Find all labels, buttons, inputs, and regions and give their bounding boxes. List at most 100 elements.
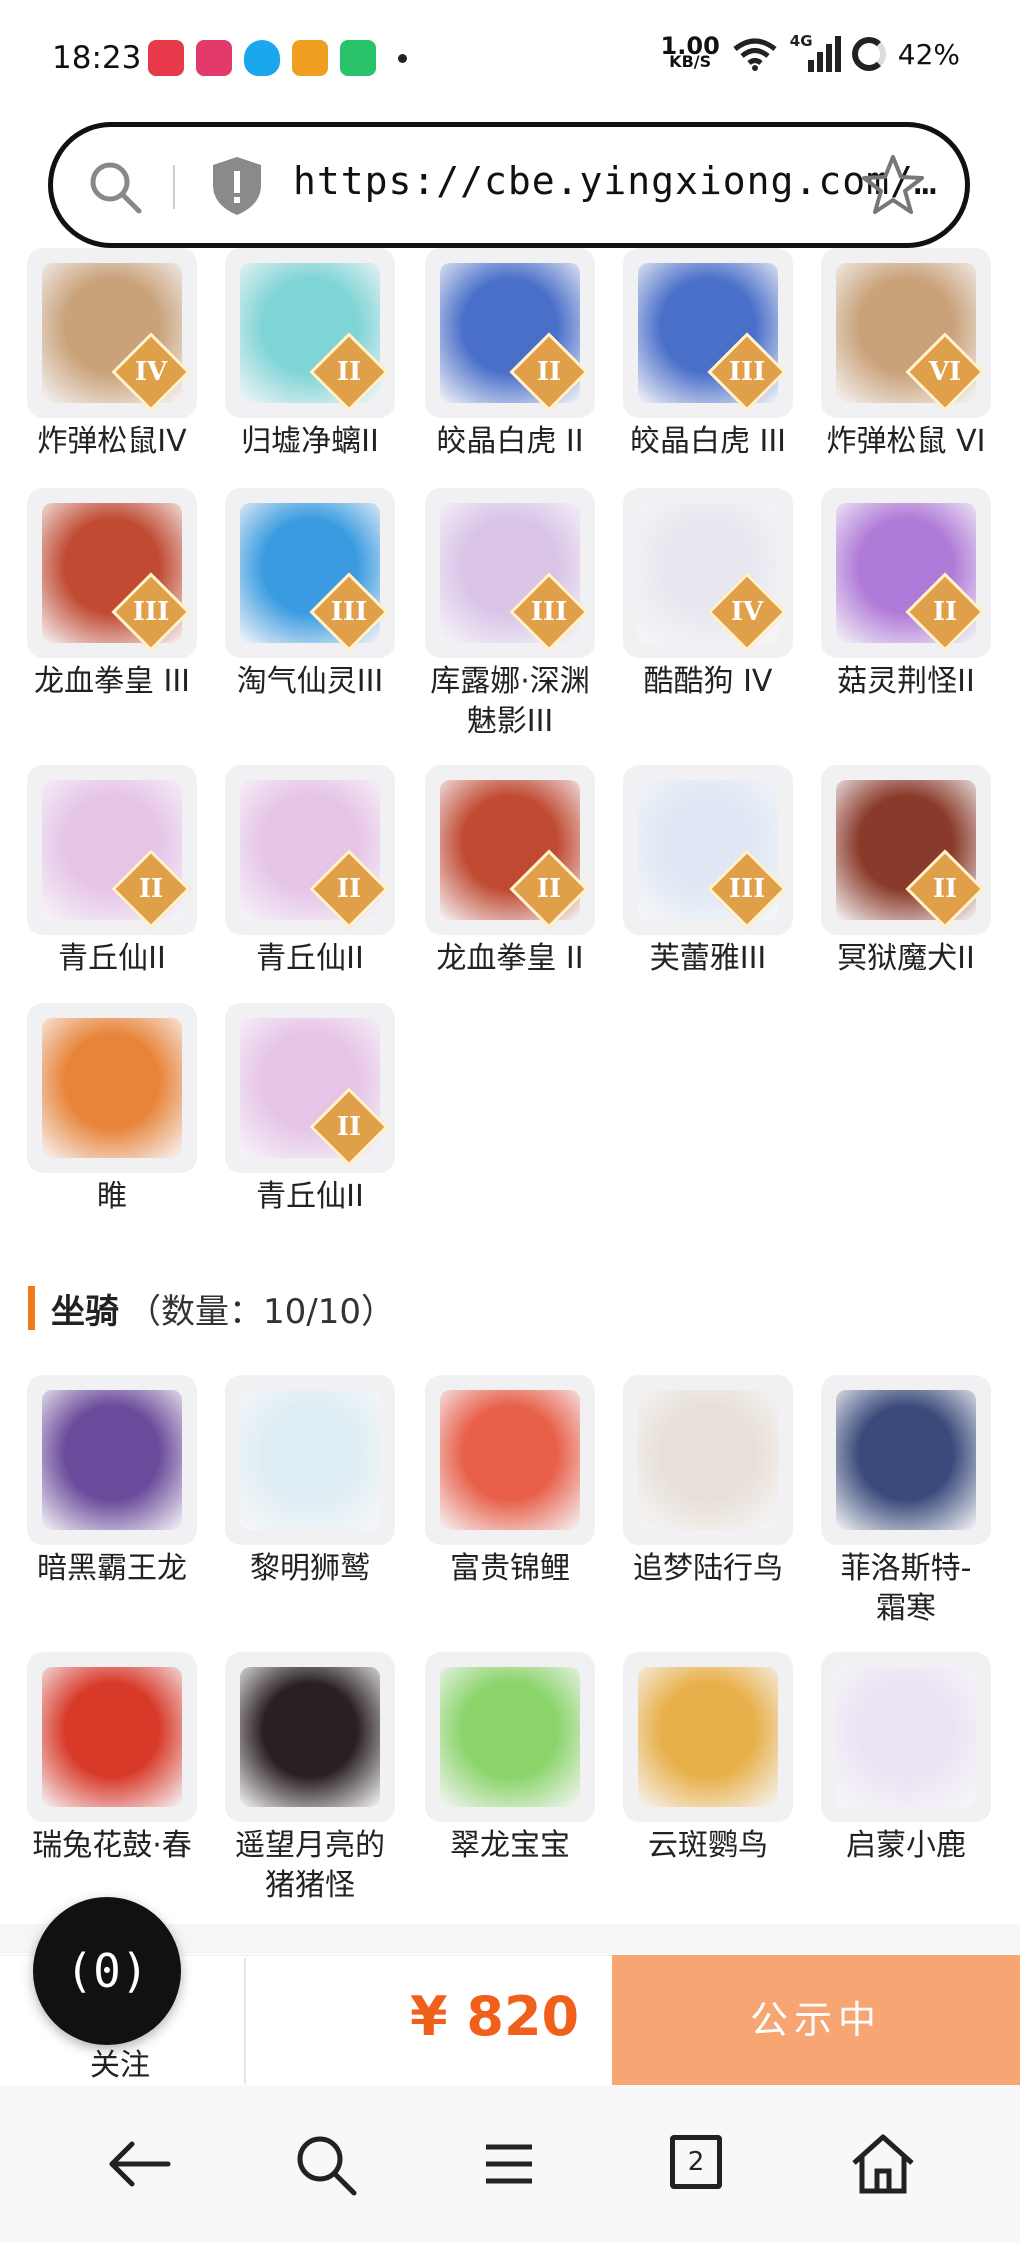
url-text[interactable]: https://cbe.yingxiong.com/… (293, 159, 938, 203)
pet-card[interactable]: II 皎晶白虎 II (420, 248, 600, 462)
mount-card[interactable]: 黎明狮鹫 (220, 1375, 400, 1589)
mount-thumbnail (821, 1375, 991, 1545)
mount-thumbnail (27, 1652, 197, 1822)
network-type: 4G (789, 32, 813, 50)
pet-thumbnail: II (225, 1003, 395, 1173)
mount-label: 翠龙宝宝 (450, 1828, 570, 1863)
pet-card[interactable]: II 菇灵荆怪II (816, 488, 996, 702)
pet-card[interactable]: III 淘气仙灵III (220, 488, 400, 702)
mount-image (42, 1390, 182, 1530)
status-time: 18:23 (52, 40, 142, 76)
address-bar[interactable]: https://cbe.yingxiong.com/… (48, 122, 970, 248)
section-accent-bar (28, 1286, 35, 1330)
tabs-count: 2 (670, 2135, 722, 2189)
mount-label: 追梦陆行鸟 (633, 1551, 783, 1586)
pet-thumbnail: III (425, 488, 595, 658)
mount-label: 瑞兔花鼓·春 (32, 1828, 192, 1863)
pet-card[interactable]: II 龙血拳皇 II (420, 765, 600, 979)
pet-label: 芙蕾雅III (649, 941, 767, 976)
mount-thumbnail (623, 1375, 793, 1545)
pet-label: 青丘仙II (256, 941, 364, 976)
mount-label: 黎明狮鹫 (250, 1551, 370, 1586)
net-speed-unit: KB/S (669, 52, 712, 71)
pet-card[interactable]: IV 炸弹松鼠IV (22, 248, 202, 462)
notification-icons (148, 40, 407, 76)
status-bar: 18:23 1.00 KB/S 4G 42% (0, 0, 1020, 118)
floating-counter-label: (0) (65, 1944, 149, 1998)
tabs-button[interactable]: 2 (664, 2129, 734, 2199)
pet-label: 冥狱魔犬II (837, 941, 975, 976)
menu-icon[interactable] (474, 2129, 544, 2199)
mount-card[interactable]: 启蒙小鹿 (816, 1652, 996, 1866)
pet-card[interactable]: II 冥狱魔犬II (816, 765, 996, 979)
mount-thumbnail (225, 1375, 395, 1545)
pet-card[interactable]: II 青丘仙II (220, 765, 400, 979)
pet-thumbnail: IV (623, 488, 793, 658)
mount-card[interactable]: 翠龙宝宝 (420, 1652, 600, 1866)
pet-thumbnail (27, 1003, 197, 1173)
battery-level: 42% (897, 37, 960, 71)
home-icon[interactable] (848, 2129, 918, 2199)
section-title: 坐骑 (51, 1291, 119, 1332)
pet-card[interactable]: VI 炸弹松鼠 VI (816, 248, 996, 462)
purchase-bar-divider (244, 1958, 246, 2084)
mount-card[interactable]: 云斑鹦鸟 (618, 1652, 798, 1866)
mount-thumbnail (425, 1652, 595, 1822)
battery-icon (851, 37, 886, 71)
pet-thumbnail: III (225, 488, 395, 658)
status-button[interactable]: 公示中 (612, 1955, 1020, 2085)
pet-card[interactable]: III 皎晶白虎 III (618, 248, 798, 462)
pet-card[interactable]: II 青丘仙II (22, 765, 202, 979)
pet-label: 龙血拳皇 III (33, 664, 191, 699)
search-icon[interactable] (290, 2129, 360, 2199)
mount-card[interactable]: 遥望月亮的猪猪怪 (220, 1652, 400, 1906)
orange-app-icon (292, 40, 328, 76)
pet-label: 库露娜·深渊魅影III (430, 664, 590, 739)
pet-card[interactable]: III 库露娜·深渊魅影III (420, 488, 600, 742)
pet-card[interactable]: II 青丘仙II (220, 1003, 400, 1217)
qq-icon (244, 40, 280, 76)
wifi-icon (733, 38, 777, 71)
mount-image (836, 1390, 976, 1530)
follow-button[interactable]: 关注 (90, 2040, 150, 2084)
pink-app-icon (196, 40, 232, 76)
pet-thumbnail: II (425, 248, 595, 418)
pet-thumbnail: II (821, 488, 991, 658)
address-separator (173, 165, 175, 209)
pet-thumbnail: II (225, 765, 395, 935)
mount-card[interactable]: 瑞兔花鼓·春 (22, 1652, 202, 1866)
mount-card[interactable]: 富贵锦鲤 (420, 1375, 600, 1589)
mount-thumbnail (27, 1375, 197, 1545)
pet-card[interactable]: III 芙蕾雅III (618, 765, 798, 979)
pet-label: 淘气仙灵III (236, 664, 384, 699)
pet-card[interactable]: IV 酷酷狗 IV (618, 488, 798, 702)
floating-counter-button[interactable]: (0) (33, 1897, 181, 2045)
bookmark-star-icon[interactable] (861, 153, 925, 217)
mounts-section-header: 坐骑 （数量：10/10） (28, 1284, 395, 1332)
shield-icon[interactable] (209, 155, 265, 217)
mount-card[interactable]: 追梦陆行鸟 (618, 1375, 798, 1589)
pet-label: 睢 (97, 1179, 127, 1214)
back-arrow-icon[interactable] (104, 2129, 174, 2199)
pet-label: 酷酷狗 IV (643, 664, 773, 699)
pet-card[interactable]: 睢 (22, 1003, 202, 1217)
mount-label: 菲洛斯特-霜寒 (840, 1551, 972, 1626)
pet-thumbnail: III (623, 765, 793, 935)
pet-card[interactable]: III 龙血拳皇 III (22, 488, 202, 702)
mount-image (440, 1667, 580, 1807)
mount-thumbnail (225, 1652, 395, 1822)
mount-label: 启蒙小鹿 (846, 1828, 966, 1863)
pet-label: 皎晶白虎 II (436, 424, 584, 459)
more-notifications-dot (398, 53, 407, 63)
pet-label: 皎晶白虎 III (629, 424, 787, 459)
mount-card[interactable]: 菲洛斯特-霜寒 (816, 1375, 996, 1629)
pet-card[interactable]: II 归墟净螭II (220, 248, 400, 462)
pet-label: 炸弹松鼠 VI (826, 424, 986, 459)
mount-card[interactable]: 暗黑霸王龙 (22, 1375, 202, 1589)
pet-label: 归墟净螭II (241, 424, 379, 459)
pet-label: 青丘仙II (256, 1179, 364, 1214)
mount-thumbnail (425, 1375, 595, 1545)
mount-image (638, 1390, 778, 1530)
status-button-label: 公示中 (749, 1998, 882, 2042)
search-icon[interactable] (87, 159, 143, 215)
